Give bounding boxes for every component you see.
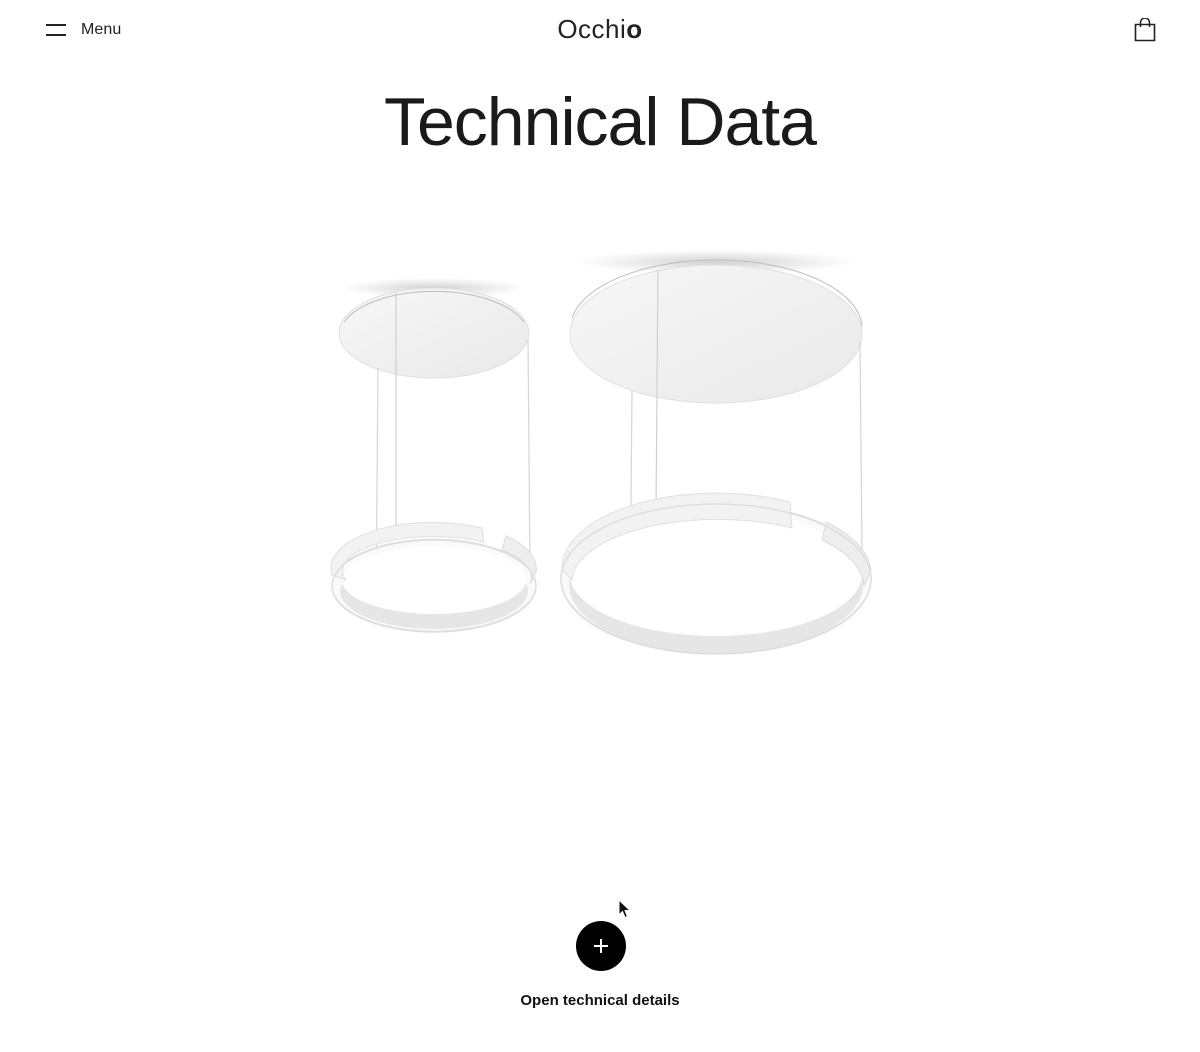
- mouse-cursor-icon: [618, 899, 632, 919]
- shopping-bag-icon: [1134, 17, 1156, 42]
- product-image: [320, 240, 890, 670]
- logo-text: Occhi: [557, 14, 627, 44]
- site-header: Menu Occhio: [0, 0, 1200, 60]
- brand-logo[interactable]: Occhio: [0, 14, 1200, 45]
- open-details-label[interactable]: Open technical details: [0, 992, 1200, 1009]
- plus-icon: [594, 939, 608, 953]
- cart-button[interactable]: [1134, 17, 1156, 42]
- page-title: Technical Data: [383, 84, 817, 160]
- open-details-button[interactable]: [576, 921, 626, 971]
- page: Menu Occhio Technical Data Open technica…: [0, 0, 1200, 1052]
- logo-accent: o: [626, 14, 643, 44]
